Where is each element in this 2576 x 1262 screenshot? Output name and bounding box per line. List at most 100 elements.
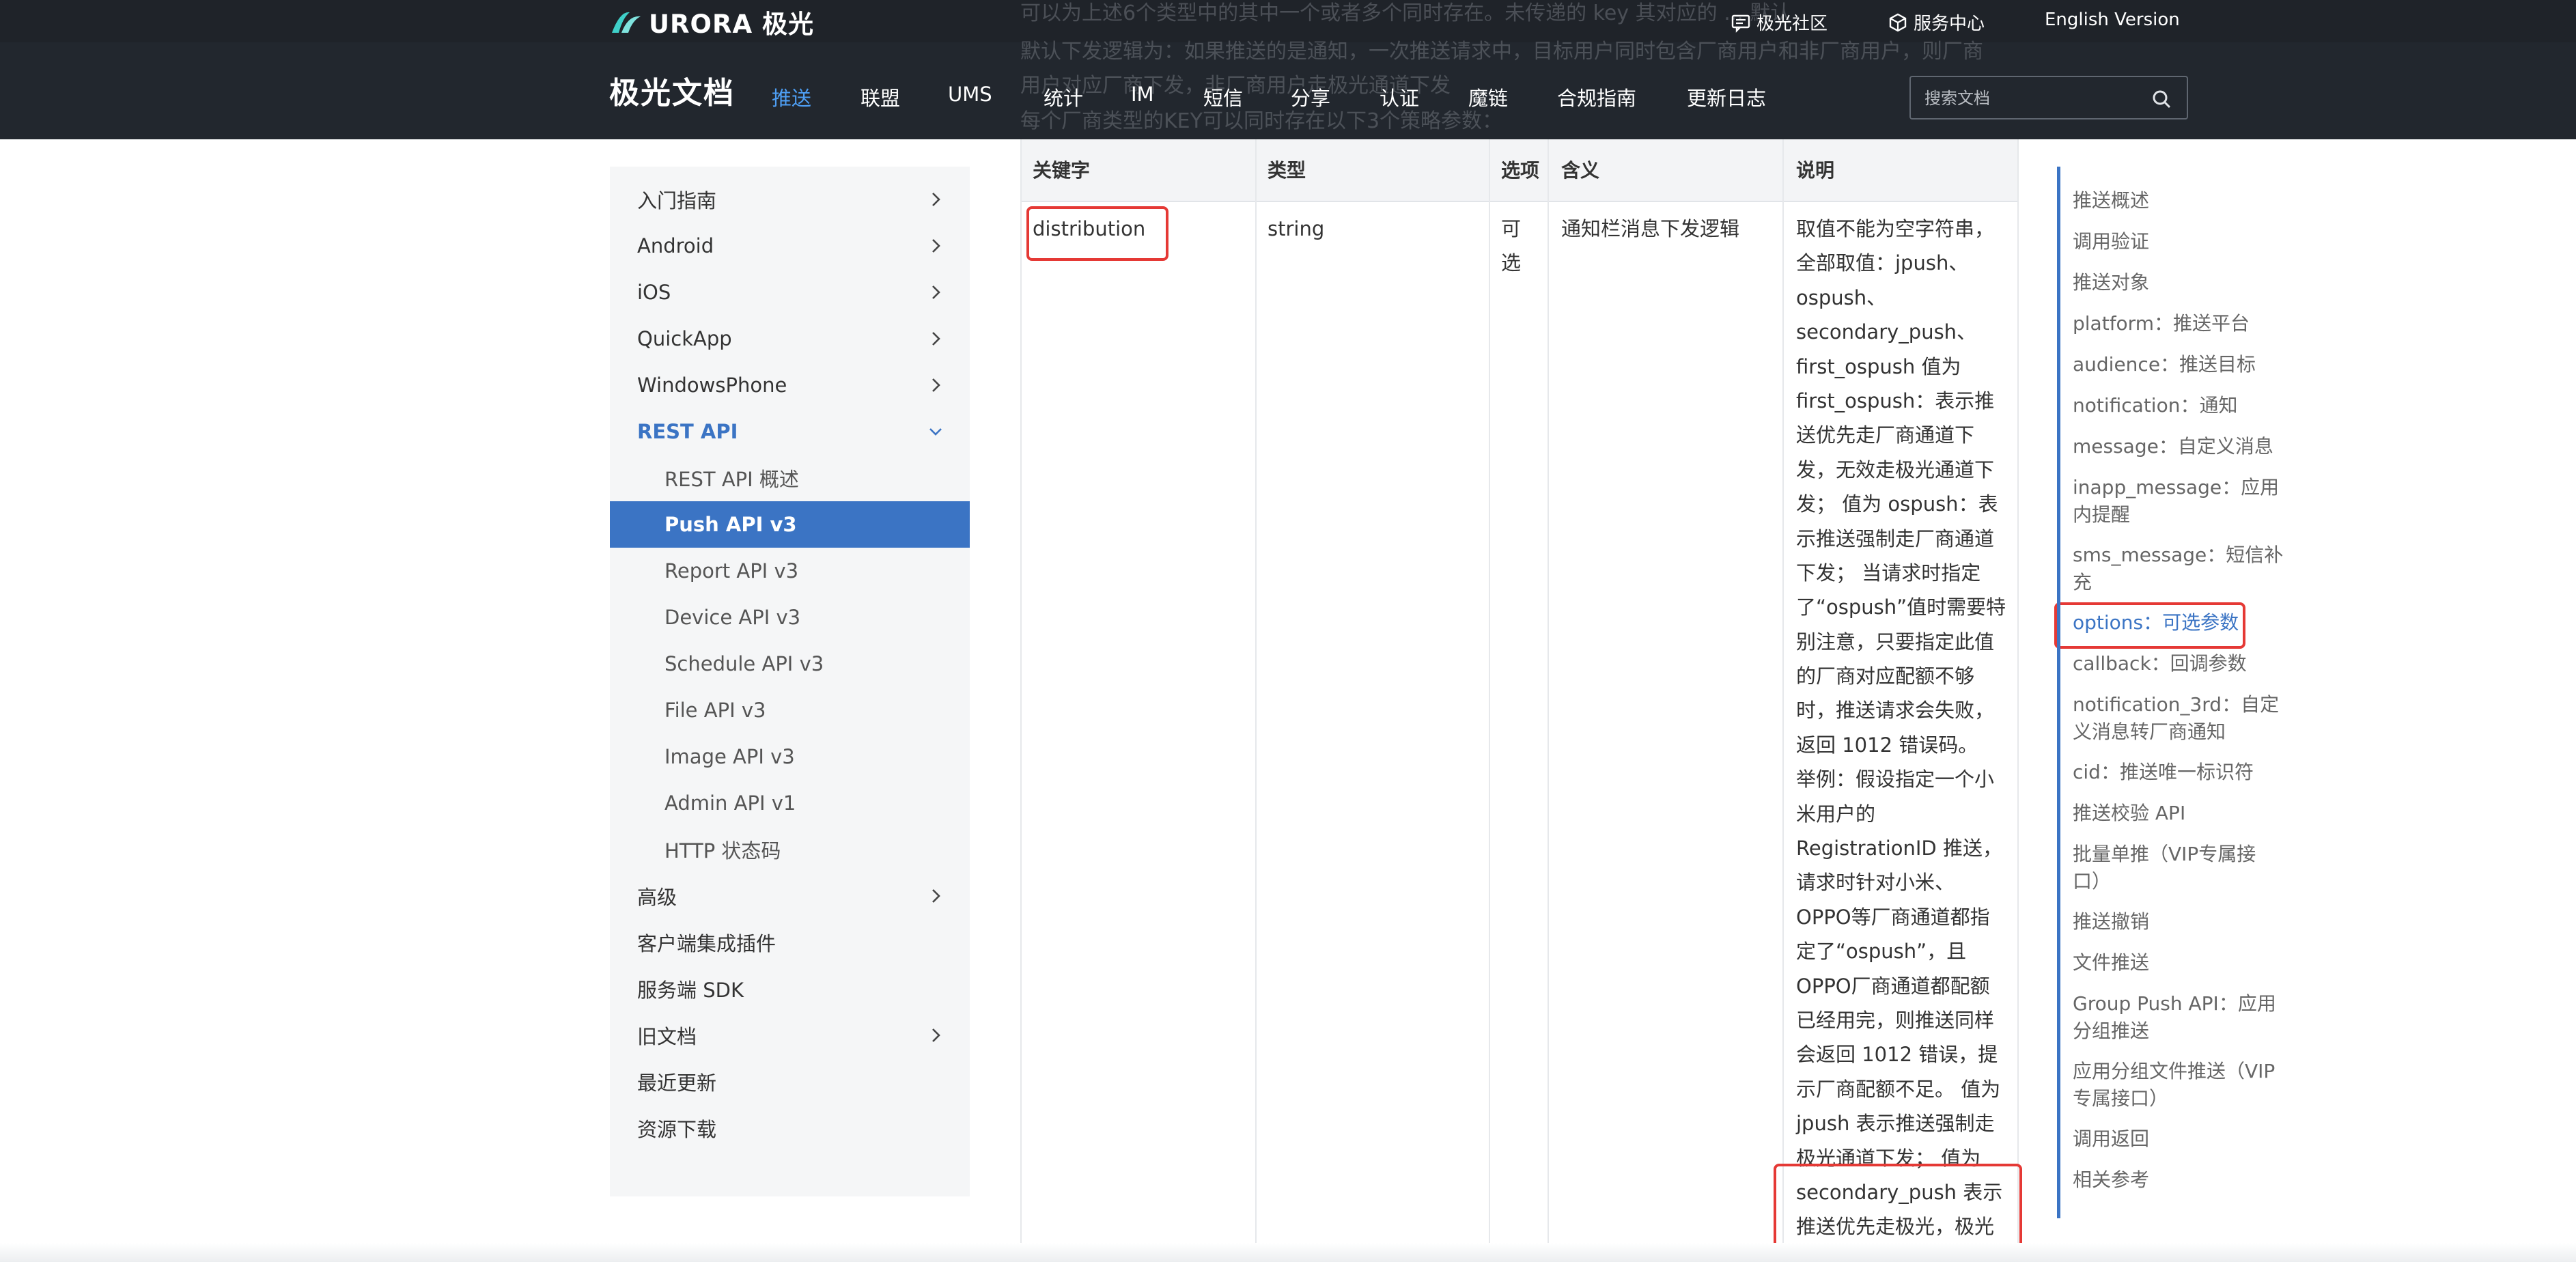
nav-changelog[interactable]: 更新日志 bbox=[1687, 83, 1766, 111]
ghost-text: 默认下发逻辑为：如果推送的是通知，一次推送请求中，目标用户同时包含厂商用户和非厂… bbox=[1020, 40, 1983, 64]
toc-item[interactable]: 调用返回 bbox=[2073, 1125, 2298, 1153]
toc-item[interactable]: 调用验证 bbox=[2073, 228, 2298, 255]
nav-sms[interactable]: 短信 bbox=[1203, 83, 1243, 111]
sidebar-item[interactable]: Schedule API v3 bbox=[610, 641, 970, 687]
sidebar-item-label: Push API v3 bbox=[664, 513, 797, 536]
nav-compliance-guide[interactable]: 合规指南 bbox=[1557, 83, 1636, 111]
sidebar-item[interactable]: File API v3 bbox=[610, 687, 970, 733]
chevron-right-icon bbox=[932, 378, 940, 392]
service-center-link[interactable]: 服务中心 bbox=[1888, 10, 1985, 35]
toc-item[interactable]: platform：推送平台 bbox=[2073, 310, 2298, 337]
sidebar-item[interactable]: HTTP 状态码 bbox=[610, 826, 970, 873]
sidebar-item-label: 高级 bbox=[637, 886, 677, 909]
column-divider bbox=[1782, 139, 1784, 1262]
search-input[interactable] bbox=[1924, 85, 2143, 111]
sidebar-nav: 入门指南 Android iOS QuickApp WindowsPhone REST A… bbox=[610, 167, 970, 1196]
description-line: 定了“ospush”，且 bbox=[1796, 940, 1967, 964]
sidebar-item[interactable]: Push API v3 bbox=[610, 501, 970, 548]
toc-item[interactable]: notification_3rd：自定 义消息转厂商通知 bbox=[2073, 691, 2298, 746]
column-divider bbox=[2017, 139, 2019, 1262]
description-line: 米用户的 bbox=[1796, 802, 1876, 826]
toc-item-label: 内提醒 bbox=[2073, 503, 2131, 526]
sidebar-item[interactable]: Report API v3 bbox=[610, 548, 970, 594]
sidebar-item[interactable]: 最近更新 bbox=[610, 1058, 970, 1105]
toc-item[interactable]: sms_message：短信补充 bbox=[2073, 542, 2298, 596]
cell-option-line: 可 bbox=[1501, 217, 1522, 240]
chevron-right-icon bbox=[932, 193, 940, 206]
sidebar-item[interactable]: 资源下载 bbox=[610, 1105, 970, 1151]
community-link[interactable]: 极光社区 bbox=[1731, 10, 1828, 35]
sidebar-item[interactable]: Device API v3 bbox=[610, 594, 970, 641]
sidebar-item[interactable]: QuickApp bbox=[610, 316, 970, 362]
doc-title[interactable]: 极光文档 bbox=[609, 68, 735, 112]
sidebar-item[interactable]: Image API v3 bbox=[610, 733, 970, 780]
nav-ums[interactable]: UMS bbox=[948, 83, 992, 106]
toc-item-label: 专属接口） bbox=[2073, 1087, 2169, 1110]
nav-verification[interactable]: 认证 bbox=[1380, 83, 1419, 111]
chevron-right-icon bbox=[932, 332, 940, 346]
brand-logo[interactable]: URORA 极光 bbox=[609, 7, 814, 39]
search-icon[interactable] bbox=[2151, 89, 2172, 109]
chevron-right-icon bbox=[932, 285, 940, 299]
sidebar-item[interactable]: Android bbox=[610, 223, 970, 269]
toc-item-label: Group Push API：应用 bbox=[2073, 992, 2276, 1015]
toc-item[interactable]: audience：推送目标 bbox=[2073, 351, 2298, 378]
chevron-right-icon bbox=[932, 239, 940, 253]
sidebar-item[interactable]: 服务端 SDK bbox=[610, 966, 970, 1012]
toc-item[interactable]: 文件推送 bbox=[2073, 949, 2298, 977]
sidebar-item[interactable]: REST API bbox=[610, 408, 970, 455]
toc-item[interactable]: options：可选参数 bbox=[2073, 609, 2298, 636]
community-icon bbox=[1731, 14, 1750, 33]
description-line: 已经用完，则推送同样 bbox=[1796, 1008, 1995, 1032]
toc-item[interactable]: 推送撤销 bbox=[2073, 908, 2298, 936]
nav-im[interactable]: IM bbox=[1131, 83, 1154, 106]
toc-item[interactable]: 批量单推（VIP专属接 口） bbox=[2073, 841, 2298, 895]
chevron-right-icon bbox=[932, 889, 940, 903]
toc-item[interactable]: 推送校验 API bbox=[2073, 800, 2298, 827]
sidebar-item[interactable]: 旧文档 bbox=[610, 1012, 970, 1058]
toc-item[interactable]: 推送对象 bbox=[2073, 269, 2298, 296]
nav-alliance[interactable]: 联盟 bbox=[860, 83, 900, 111]
sidebar-item-label: REST API bbox=[637, 420, 738, 443]
sidebar-item[interactable]: WindowsPhone bbox=[610, 362, 970, 408]
description-line: first_ospush 值为 bbox=[1796, 354, 1961, 378]
table-of-contents: 推送概述 调用验证 推送对象 platform：推送平台 audience：推送目标 no… bbox=[2057, 167, 2289, 1218]
nav-magic-link[interactable]: 魔链 bbox=[1468, 83, 1508, 111]
description-line: OPPO厂商通道都配额 bbox=[1796, 974, 1990, 998]
english-version-label: English Version bbox=[2045, 10, 2180, 30]
sidebar-item[interactable]: iOS bbox=[610, 269, 970, 316]
chevron-right-icon bbox=[932, 1028, 940, 1042]
sidebar-item[interactable]: 入门指南 bbox=[610, 176, 970, 223]
sidebar-item-label: iOS bbox=[637, 281, 671, 304]
page-bottom-shadow bbox=[0, 1243, 2576, 1262]
toc-item[interactable]: 应用分组文件推送（VIP 专属接口） bbox=[2073, 1058, 2298, 1112]
nav-statistics[interactable]: 统计 bbox=[1044, 83, 1083, 111]
toc-item[interactable]: cid：推送唯一标识符 bbox=[2073, 759, 2298, 786]
community-link-label: 极光社区 bbox=[1756, 14, 1828, 34]
description-line: 发； 值为 ospush：表 bbox=[1796, 492, 1998, 516]
sidebar-item-label: Admin API v1 bbox=[664, 791, 796, 815]
search-box[interactable] bbox=[1909, 76, 2188, 120]
chevron-down-icon bbox=[929, 428, 942, 436]
toc-item[interactable]: 相关参考 bbox=[2073, 1166, 2298, 1194]
description-line: jpush 表示推送强制走 bbox=[1796, 1112, 1995, 1136]
toc-item[interactable]: callback：回调参数 bbox=[2073, 650, 2298, 677]
sidebar-item[interactable]: REST API 概述 bbox=[610, 455, 970, 501]
sidebar-item-label: REST API 概述 bbox=[664, 468, 799, 491]
toc-item[interactable]: Group Push API：应用 分组推送 bbox=[2073, 990, 2298, 1045]
sidebar-item[interactable]: Admin API v1 bbox=[610, 780, 970, 826]
nav-push[interactable]: 推送 bbox=[772, 83, 811, 111]
toc-item[interactable]: 推送概述 bbox=[2073, 187, 2298, 214]
toc-item[interactable]: inapp_message：应用 内提醒 bbox=[2073, 474, 2298, 529]
toc-item-label: callback：回调参数 bbox=[2073, 652, 2247, 675]
nav-share[interactable]: 分享 bbox=[1291, 83, 1330, 111]
description-line: 示推送强制走厂商通道 bbox=[1796, 527, 1995, 550]
column-header-meaning: 含义 bbox=[1561, 159, 1600, 182]
toc-item[interactable]: message：自定义消息 bbox=[2073, 433, 2298, 460]
toc-item-label: 推送对象 bbox=[2073, 271, 2150, 294]
toc-item[interactable]: notification：通知 bbox=[2073, 392, 2298, 419]
sidebar-item[interactable]: 高级 bbox=[610, 873, 970, 919]
toc-item-label: 充 bbox=[2073, 571, 2092, 593]
sidebar-item[interactable]: 客户端集成插件 bbox=[610, 919, 970, 966]
english-version-link[interactable]: English Version bbox=[2045, 10, 2180, 30]
